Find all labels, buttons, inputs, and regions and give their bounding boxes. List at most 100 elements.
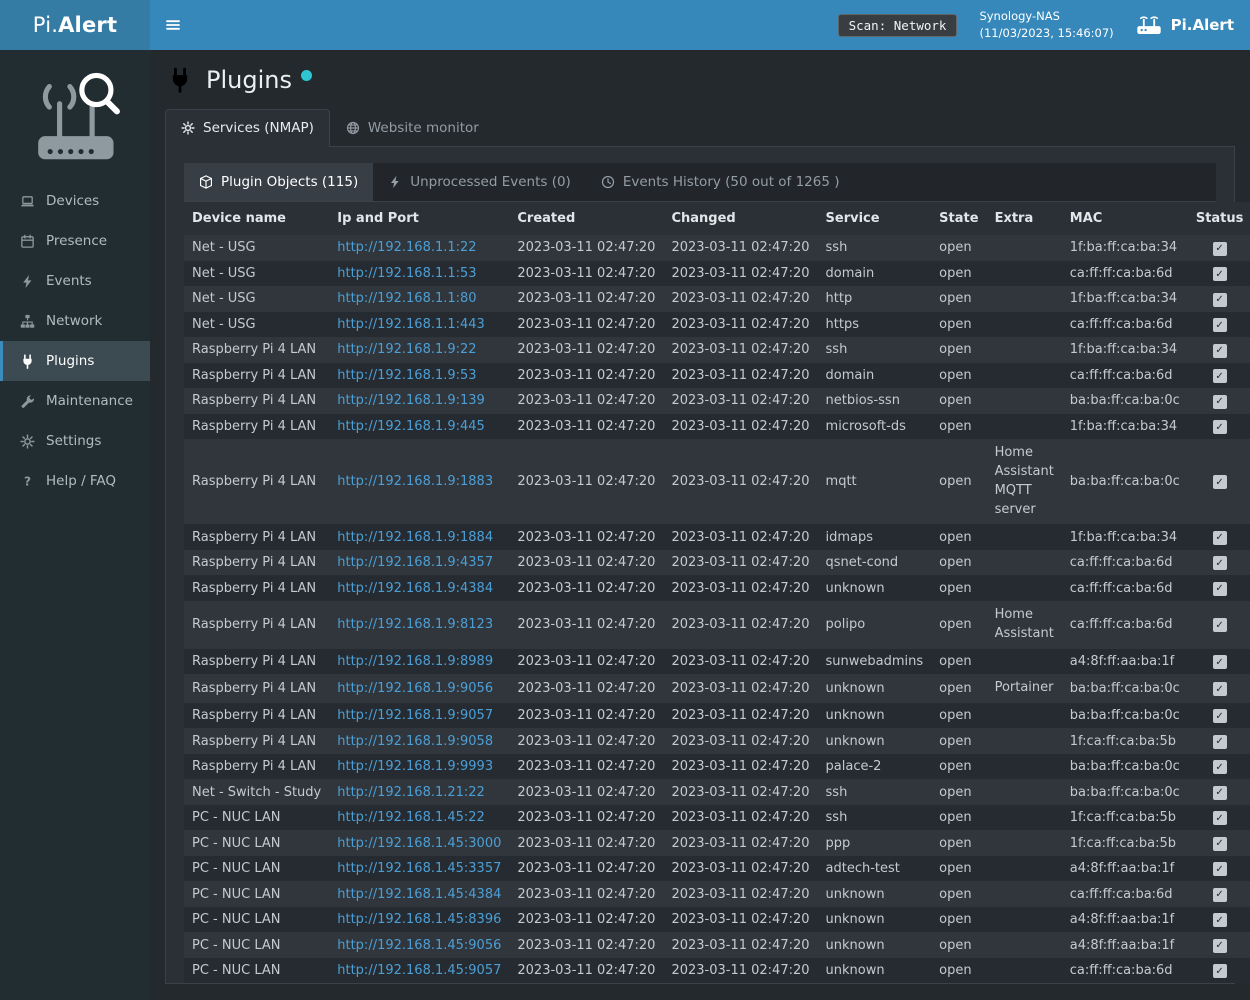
changed-cell: 2023-03-11 02:47:20 xyxy=(663,907,817,933)
state-cell: open xyxy=(931,363,986,389)
status-checkbox[interactable]: ✓ xyxy=(1213,242,1227,256)
ip-port-link[interactable]: http://192.168.1.9:139 xyxy=(337,393,485,408)
column-header-service[interactable]: Service xyxy=(818,202,932,235)
service-cell: ssh xyxy=(818,779,932,805)
sidebar-toggle-button[interactable] xyxy=(150,0,196,50)
plugins-help-badge[interactable] xyxy=(301,70,312,81)
ip-port-link[interactable]: http://192.168.1.9:8989 xyxy=(337,654,493,669)
ip-port-link[interactable]: http://192.168.1.45:3357 xyxy=(337,861,501,876)
scan-status-badge: Scan: Network xyxy=(838,14,958,37)
ip-port-cell: http://192.168.1.9:4384 xyxy=(329,575,509,601)
column-header-status[interactable]: Status xyxy=(1188,202,1250,235)
ip-port-link[interactable]: http://192.168.1.21:22 xyxy=(337,785,485,800)
status-checkbox[interactable]: ✓ xyxy=(1213,735,1227,749)
status-checkbox[interactable]: ✓ xyxy=(1213,582,1227,596)
ip-port-link[interactable]: http://192.168.1.9:1883 xyxy=(337,474,493,489)
created-cell: 2023-03-11 02:47:20 xyxy=(509,575,663,601)
ip-port-link[interactable]: http://192.168.1.9:53 xyxy=(337,368,476,383)
ip-port-link[interactable]: http://192.168.1.9:9057 xyxy=(337,708,493,723)
ip-port-link[interactable]: http://192.168.1.9:8123 xyxy=(337,617,493,632)
ip-port-link[interactable]: http://192.168.1.9:9058 xyxy=(337,734,493,749)
ip-port-link[interactable]: http://192.168.1.45:3000 xyxy=(337,836,501,851)
table-row: Raspberry Pi 4 LANhttp://192.168.1.9:905… xyxy=(184,728,1250,754)
sidebar-item-settings[interactable]: Settings xyxy=(0,421,150,461)
column-header-extra[interactable]: Extra xyxy=(987,202,1062,235)
status-checkbox[interactable]: ✓ xyxy=(1213,682,1227,696)
ip-port-link[interactable]: http://192.168.1.9:22 xyxy=(337,342,476,357)
status-checkbox[interactable]: ✓ xyxy=(1213,531,1227,545)
sidebar-item-plugins[interactable]: Plugins xyxy=(0,341,150,381)
status-checkbox[interactable]: ✓ xyxy=(1213,811,1227,825)
sidebar-item-presence[interactable]: Presence xyxy=(0,221,150,261)
changed-cell: 2023-03-11 02:47:20 xyxy=(663,779,817,805)
column-header-device-name[interactable]: Device name xyxy=(184,202,329,235)
tab-plugin-objects-115[interactable]: Plugin Objects (115) xyxy=(184,163,373,201)
device-name-cell: PC - NUC LAN xyxy=(184,881,329,907)
status-checkbox[interactable]: ✓ xyxy=(1213,939,1227,953)
ip-port-link[interactable]: http://192.168.1.9:1884 xyxy=(337,530,493,545)
state-cell: open xyxy=(931,805,986,831)
ip-port-link[interactable]: http://192.168.1.45:4384 xyxy=(337,887,501,902)
sidebar-item-events[interactable]: Events xyxy=(0,261,150,301)
status-checkbox[interactable]: ✓ xyxy=(1213,556,1227,570)
ip-port-link[interactable]: http://192.168.1.9:4384 xyxy=(337,581,493,596)
column-header-mac[interactable]: MAC xyxy=(1062,202,1188,235)
status-checkbox[interactable]: ✓ xyxy=(1213,837,1227,851)
status-checkbox[interactable]: ✓ xyxy=(1213,709,1227,723)
column-header-state[interactable]: State xyxy=(931,202,986,235)
tab-website-monitor[interactable]: Website monitor xyxy=(330,109,495,147)
status-checkbox[interactable]: ✓ xyxy=(1213,475,1227,489)
extra-cell xyxy=(987,524,1062,550)
state-cell: open xyxy=(931,779,986,805)
status-checkbox[interactable]: ✓ xyxy=(1213,862,1227,876)
ip-port-link[interactable]: http://192.168.1.9:4357 xyxy=(337,555,493,570)
state-cell: open xyxy=(931,754,986,780)
topbar-app-link[interactable]: Pi.Alert xyxy=(1136,15,1234,36)
sidebar-item-network[interactable]: Network xyxy=(0,301,150,341)
ip-port-link[interactable]: http://192.168.1.9:445 xyxy=(337,419,485,434)
tab-events-history-50-out-of-1265[interactable]: Events History (50 out of 1265 ) xyxy=(586,163,855,201)
tab-unprocessed-events-0[interactable]: Unprocessed Events (0) xyxy=(373,163,586,201)
status-checkbox[interactable]: ✓ xyxy=(1213,395,1227,409)
mac-cell: ca:ff:ff:ca:ba:6d xyxy=(1062,881,1188,907)
status-checkbox[interactable]: ✓ xyxy=(1213,655,1227,669)
ip-port-link[interactable]: http://192.168.1.1:53 xyxy=(337,266,476,281)
ip-port-link[interactable]: http://192.168.1.9:9993 xyxy=(337,759,493,774)
status-checkbox[interactable]: ✓ xyxy=(1213,760,1227,774)
tab-services-nmap[interactable]: Services (NMAP) xyxy=(165,109,330,147)
sidebar-item-maintenance[interactable]: Maintenance xyxy=(0,381,150,421)
navbar: Scan: Network Synology-NAS (11/03/2023, … xyxy=(150,0,1250,50)
brand-logo[interactable]: Pi.Alert xyxy=(0,0,150,50)
ip-port-link[interactable]: http://192.168.1.1:443 xyxy=(337,317,485,332)
ip-port-link[interactable]: http://192.168.1.45:8396 xyxy=(337,912,501,927)
ip-port-link[interactable]: http://192.168.1.45:22 xyxy=(337,810,485,825)
sidebar-item-devices[interactable]: Devices xyxy=(0,181,150,221)
status-checkbox[interactable]: ✓ xyxy=(1213,318,1227,332)
device-name-cell: Raspberry Pi 4 LAN xyxy=(184,575,329,601)
status-cell: ✓ xyxy=(1188,779,1250,805)
status-checkbox[interactable]: ✓ xyxy=(1213,344,1227,358)
created-cell: 2023-03-11 02:47:20 xyxy=(509,312,663,338)
status-checkbox[interactable]: ✓ xyxy=(1213,618,1227,632)
status-cell: ✓ xyxy=(1188,388,1250,414)
status-checkbox[interactable]: ✓ xyxy=(1213,964,1227,978)
ip-port-link[interactable]: http://192.168.1.9:9056 xyxy=(337,681,493,696)
column-header-created[interactable]: Created xyxy=(509,202,663,235)
column-header-ip-and-port[interactable]: Ip and Port xyxy=(329,202,509,235)
status-checkbox[interactable]: ✓ xyxy=(1213,420,1227,434)
status-checkbox[interactable]: ✓ xyxy=(1213,369,1227,383)
ip-port-link[interactable]: http://192.168.1.45:9056 xyxy=(337,938,501,953)
ip-port-link[interactable]: http://192.168.1.1:80 xyxy=(337,291,476,306)
created-cell: 2023-03-11 02:47:20 xyxy=(509,881,663,907)
ip-port-link[interactable]: http://192.168.1.1:22 xyxy=(337,240,476,255)
svg-text:?: ? xyxy=(24,474,31,488)
status-checkbox[interactable]: ✓ xyxy=(1213,888,1227,902)
status-checkbox[interactable]: ✓ xyxy=(1213,913,1227,927)
extra-cell xyxy=(987,575,1062,601)
sidebar-item-help-faq[interactable]: ?Help / FAQ xyxy=(0,461,150,501)
status-checkbox[interactable]: ✓ xyxy=(1213,786,1227,800)
status-checkbox[interactable]: ✓ xyxy=(1213,267,1227,281)
column-header-changed[interactable]: Changed xyxy=(663,202,817,235)
status-checkbox[interactable]: ✓ xyxy=(1213,293,1227,307)
ip-port-link[interactable]: http://192.168.1.45:9057 xyxy=(337,963,501,978)
